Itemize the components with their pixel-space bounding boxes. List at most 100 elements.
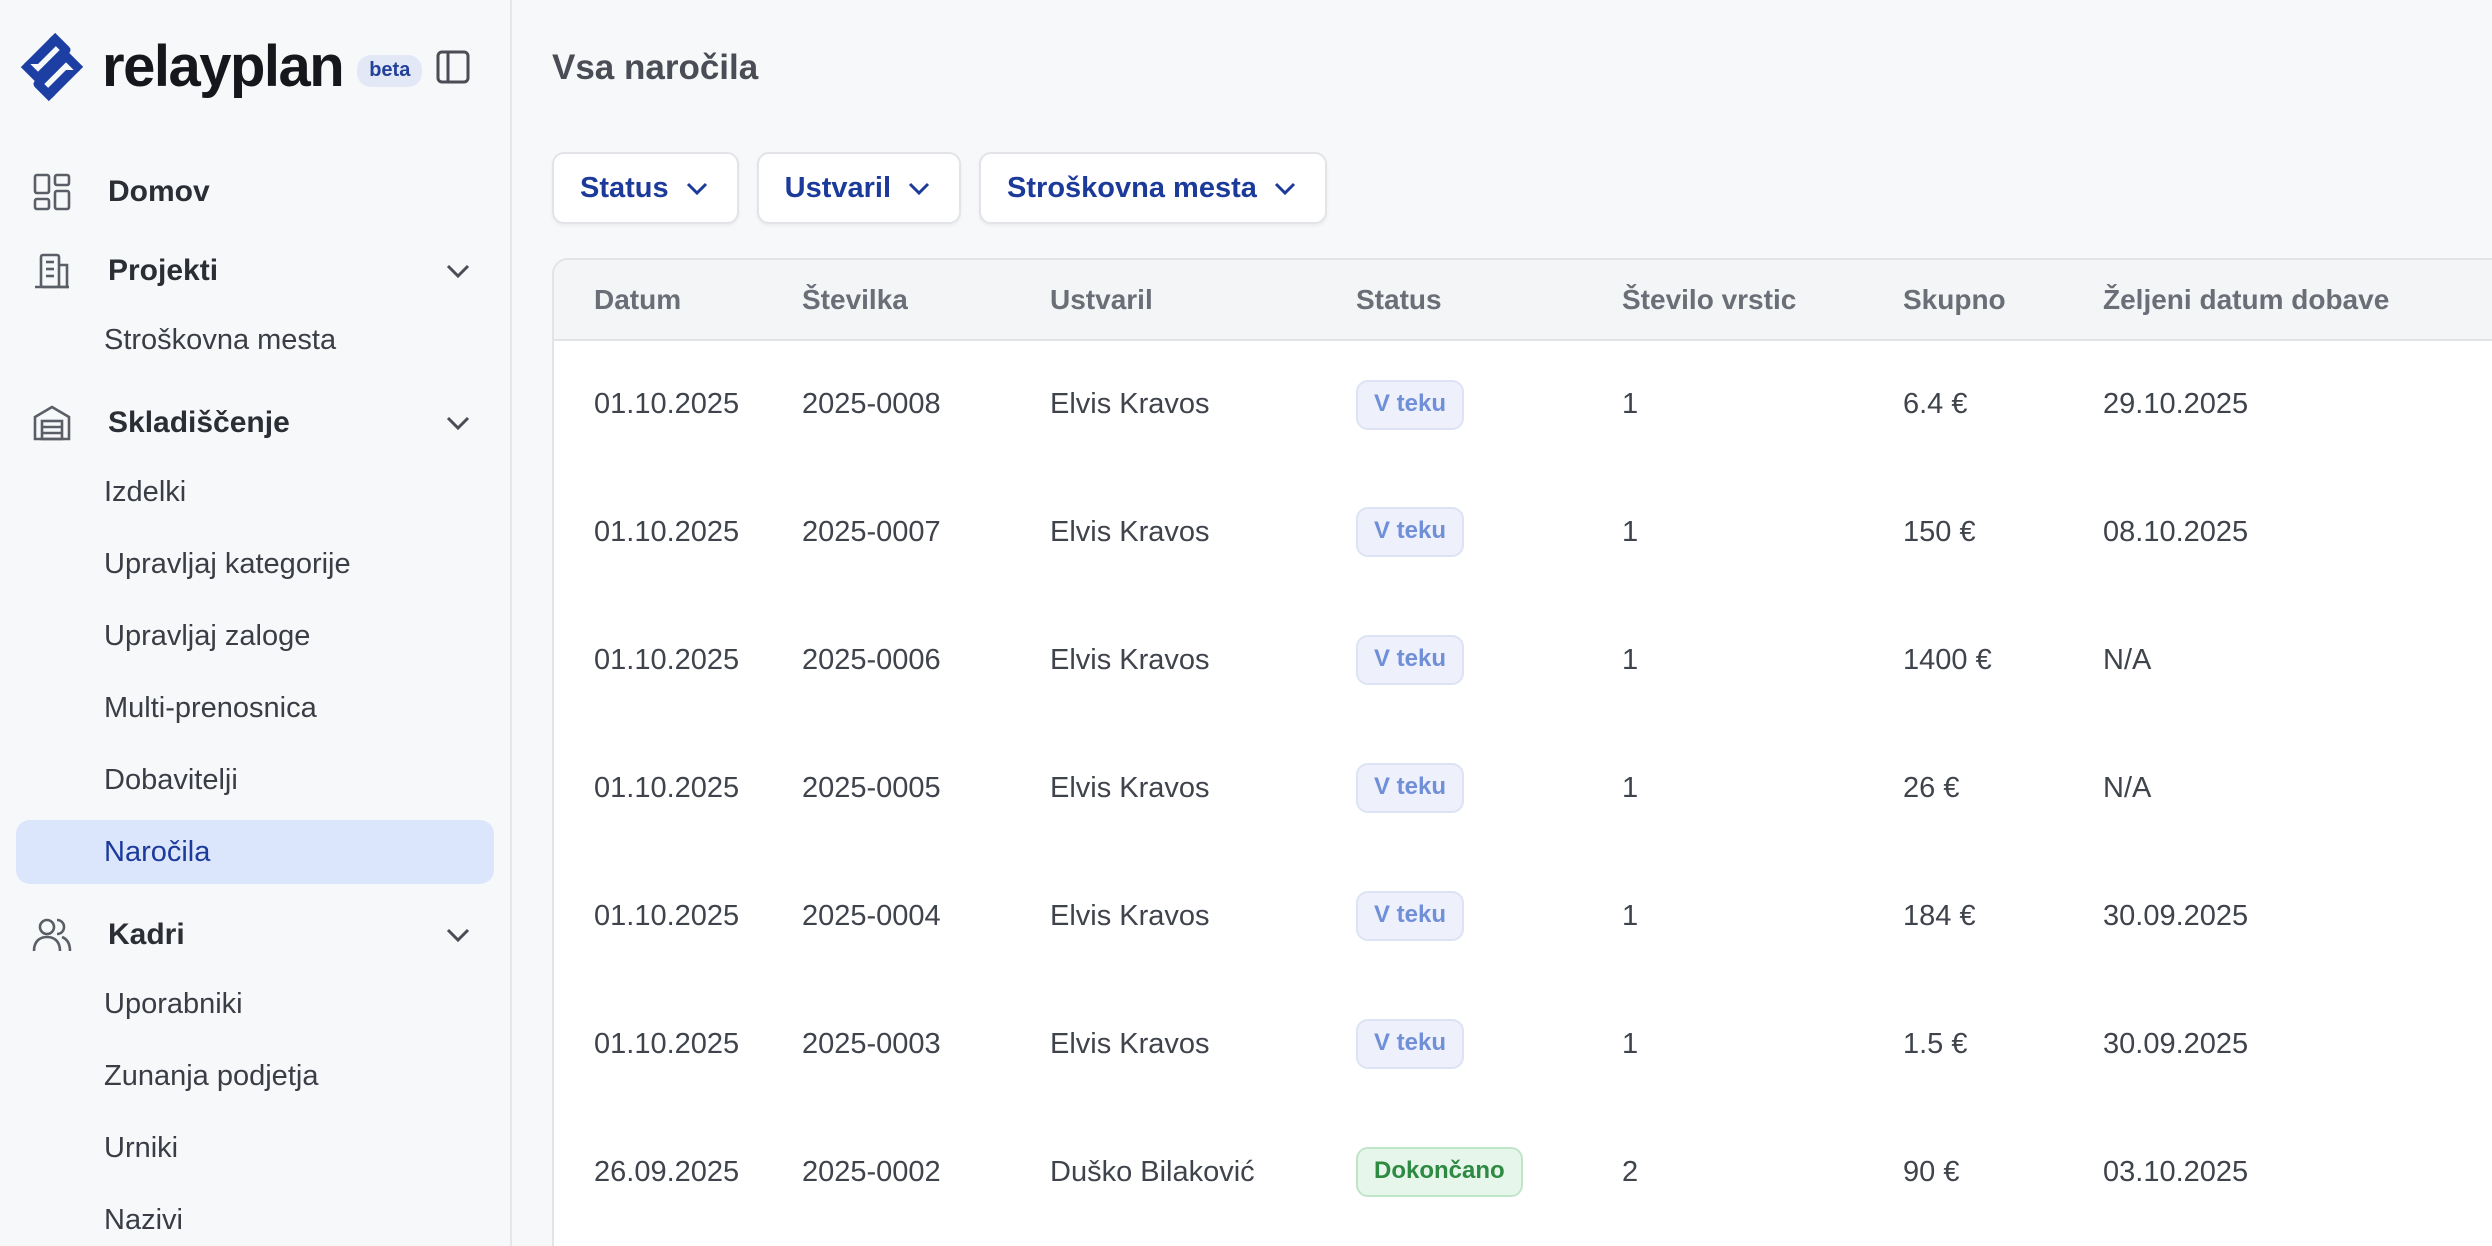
cell-ustvaril: Duško Bilaković [1050,1155,1255,1188]
sidebar-item-uporabniki[interactable]: Uporabniki [16,972,494,1036]
cell-stevilo-vrstic: 1 [1622,388,1639,420]
sidebar-item-urniki[interactable]: Urniki [16,1116,494,1180]
cell-status: V teku [1356,980,1622,1108]
cell-stevilka: 2025-0005 [802,771,941,804]
table-row[interactable]: 01.10.2025 2025-0004 Elvis Kravos V teku… [554,852,2492,980]
sidebar-panel-icon [436,50,470,84]
relayplan-logo-icon [20,32,84,102]
table-row[interactable]: 01.10.2025 2025-0006 Elvis Kravos V teku… [554,596,2492,724]
users-icon [32,915,72,955]
sidebar-item-dobavitelji[interactable]: Dobavitelji [16,748,494,812]
cell-zeljeni-datum: 30.09.2025 [2103,899,2249,932]
beta-badge: beta [357,55,423,87]
status-badge: V teku [1356,635,1465,685]
sidebar: relayplan beta Domov Projekti Stroškovna… [0,0,512,1246]
cell-ustvaril: Elvis Kravos [1050,771,1210,804]
cell-skupno: 26 € [1903,771,1960,804]
sidebar-item-projekti[interactable]: Projekti [16,239,494,303]
sidebar-item-label: Projekti [108,254,219,287]
cell-status: V teku [1356,724,1622,852]
status-badge: V teku [1356,379,1465,430]
chevron-down-icon [446,928,470,943]
filter-bar: Status Ustvaril Stroškovna mesta [552,152,1327,224]
cell-ustvaril: Elvis Kravos [1050,515,1210,548]
dashboard-icon [32,172,72,212]
sidebar-item-zunanja-podjetja[interactable]: Zunanja podjetja [16,1044,494,1108]
column-header-status[interactable]: Status [1356,260,1622,341]
cell-zeljeni-datum: 30.09.2025 [2103,1027,2249,1060]
cell-datum: 01.10.2025 [594,1027,740,1060]
sidebar-item-kadri[interactable]: Kadri [16,903,494,967]
cell-datum: 01.10.2025 [594,515,740,548]
cell-datum: 01.10.2025 [594,899,740,932]
sidebar-item-narocila[interactable]: Naročila [16,820,494,884]
sidebar-item-domov[interactable]: Domov [16,160,494,224]
cell-datum: 01.10.2025 [594,388,740,420]
filter-stroskovna-mesta-button[interactable]: Stroškovna mesta [979,152,1327,224]
brand[interactable]: relayplan beta [16,30,423,104]
status-badge: V teku [1356,763,1465,813]
column-header-datum[interactable]: Datum [554,260,802,341]
sidebar-item-stroskovna-mesta[interactable]: Stroškovna mesta [16,308,494,372]
cell-stevilo-vrstic: 1 [1622,899,1639,932]
sidebar-item-skladiscenje[interactable]: Skladiščenje [16,391,494,455]
cell-status: Dokončano [1356,1108,1622,1236]
table-row[interactable]: 01.10.2025 2025-0005 Elvis Kravos V teku… [554,724,2492,852]
filter-ustvaril-button[interactable]: Ustvaril [756,152,962,224]
chevron-down-icon [1274,182,1295,196]
filter-label: Stroškovna mesta [1007,171,1257,204]
filter-status-button[interactable]: Status [552,152,739,224]
column-header-ustvaril[interactable]: Ustvaril [1050,260,1356,341]
column-header-stevilo-vrstic[interactable]: Število vrstic [1622,260,1903,341]
sidebar-item-upravljaj-zaloge[interactable]: Upravljaj zaloge [16,604,494,668]
cell-zeljeni-datum: 03.10.2025 [2103,1155,2249,1188]
cell-ustvaril: Elvis Kravos [1050,643,1210,676]
cell-status: V teku [1356,340,1622,468]
sidebar-item-upravljaj-kategorije[interactable]: Upravljaj kategorije [16,532,494,596]
cell-skupno: 1.5 € [1903,1027,1968,1060]
cell-skupno: 1400 € [1903,643,1992,676]
cell-ustvaril: Elvis Kravos [1050,1027,1210,1060]
table-row[interactable]: 26.09.2025 2025-0002 Duško Bilaković Dok… [554,1108,2492,1236]
cell-status: V teku [1356,852,1622,980]
column-header-zeljeni-datum-dobave[interactable]: Željeni datum dobave [2103,260,2492,341]
sidebar-toggle-button[interactable] [433,47,473,87]
filter-label: Status [580,171,669,204]
table-row[interactable]: 01.10.2025 2025-0007 Elvis Kravos V teku… [554,468,2492,596]
cell-stevilka: 2025-0006 [802,643,941,676]
cell-stevilo-vrstic: 1 [1622,1027,1639,1060]
cell-ustvaril: Elvis Kravos [1050,388,1210,420]
cell-zeljeni-datum: N/A [2103,643,2152,676]
cell-datum: 26.09.2025 [594,1155,740,1188]
page-title: Vsa naročila [552,48,759,87]
chevron-down-icon [908,182,930,196]
sidebar-item-multi-prenosnica[interactable]: Multi-prenosnica [16,676,494,740]
sidebar-item-label: Skladiščenje [108,406,290,439]
building-icon [32,251,72,291]
cell-ustvaril: Elvis Kravos [1050,899,1210,932]
cell-stevilo-vrstic: 1 [1622,771,1639,804]
table-row[interactable]: 01.10.2025 2025-0003 Elvis Kravos V teku… [554,980,2492,1108]
cell-skupno: 6.4 € [1903,388,1968,420]
cell-zeljeni-datum: 08.10.2025 [2103,515,2249,548]
table-header-row: Datum Številka Ustvaril Status Število v… [554,260,2492,341]
sidebar-item-izdelki[interactable]: Izdelki [16,460,494,524]
column-header-skupno[interactable]: Skupno [1903,260,2103,341]
brand-name: relayplan [102,34,345,99]
table-row[interactable]: 01.10.2025 2025-0008 Elvis Kravos V teku… [554,340,2492,468]
cell-datum: 01.10.2025 [594,771,740,804]
cell-stevilka: 2025-0007 [802,515,941,548]
status-badge: V teku [1356,507,1465,557]
filter-label: Ustvaril [784,171,892,204]
cell-zeljeni-datum: N/A [2103,771,2152,804]
cell-status: V teku [1356,468,1622,596]
orders-table: Datum Številka Ustvaril Status Število v… [552,258,2492,1246]
column-header-stevilka[interactable]: Številka [802,260,1050,341]
chevron-down-icon [446,416,470,431]
status-badge: V teku [1356,891,1465,941]
cell-stevilka: 2025-0008 [802,388,941,420]
sidebar-item-label: Kadri [108,918,185,951]
sidebar-item-nazivi[interactable]: Nazivi [16,1188,494,1246]
cell-status: V teku [1356,596,1622,724]
chevron-down-icon [686,182,707,196]
